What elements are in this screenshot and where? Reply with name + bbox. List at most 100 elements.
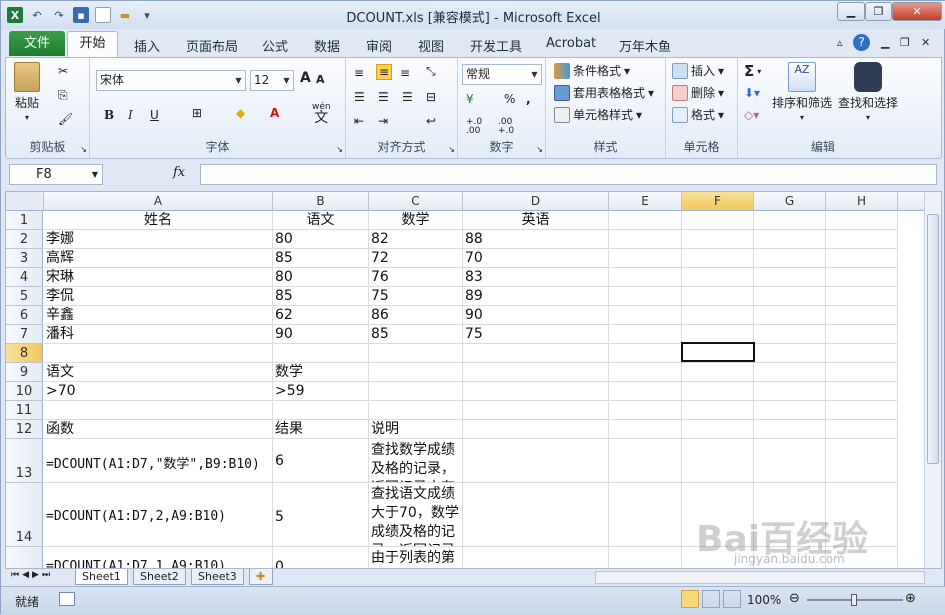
grid-cell[interactable] bbox=[754, 211, 826, 230]
row-header[interactable]: 7 bbox=[6, 325, 43, 344]
grid-cell[interactable] bbox=[463, 382, 609, 401]
format-painter-icon[interactable]: 🖌 bbox=[58, 112, 73, 126]
increase-decimal-button[interactable]: +.0 .00 bbox=[466, 118, 494, 136]
grid-cell[interactable] bbox=[273, 401, 369, 420]
horizontal-scrollbar[interactable] bbox=[595, 571, 925, 584]
grid-cell[interactable] bbox=[682, 363, 754, 382]
tab-acrobat[interactable]: Acrobat bbox=[546, 36, 596, 51]
grid-cell[interactable]: 潘科 bbox=[44, 325, 273, 344]
grid-cell[interactable] bbox=[754, 344, 826, 363]
grid-cell[interactable] bbox=[754, 420, 826, 439]
grid-cell[interactable] bbox=[609, 401, 682, 420]
grid-cell[interactable] bbox=[609, 211, 682, 230]
grid-cell[interactable]: 结果 bbox=[273, 420, 369, 439]
row-header[interactable]: 9 bbox=[6, 363, 43, 382]
autosum-button[interactable]: Σ ▾ bbox=[744, 62, 761, 80]
number-format-select[interactable]: 常规 ▼ bbox=[462, 64, 542, 85]
grid-cell[interactable]: =DCOUNT(A1:D7,"数学",B9:B10) bbox=[44, 439, 273, 483]
grid-cell[interactable] bbox=[754, 249, 826, 268]
sheet-tab-1[interactable]: Sheet1 bbox=[75, 569, 128, 585]
grid-cell[interactable] bbox=[463, 483, 609, 547]
find-select-button[interactable]: 查找和选择 ▾ bbox=[838, 62, 898, 122]
increase-indent-icon[interactable]: ⇥ bbox=[378, 114, 388, 128]
tab-formulas[interactable]: 公式 bbox=[262, 36, 288, 55]
grid-cell[interactable] bbox=[754, 363, 826, 382]
tab-developer[interactable]: 开发工具 bbox=[470, 36, 522, 55]
phonetic-button[interactable]: wén 文 bbox=[312, 102, 331, 125]
grid-cell[interactable]: 76 bbox=[369, 268, 463, 287]
page-layout-view-icon[interactable] bbox=[702, 590, 720, 608]
conditional-format-button[interactable]: 条件格式 ▾ bbox=[554, 62, 630, 79]
grid-cell[interactable] bbox=[609, 287, 682, 306]
fill-icon[interactable]: ⬇▾ bbox=[744, 86, 760, 100]
fill-color-icon[interactable]: ◆ bbox=[236, 106, 245, 120]
column-header-h[interactable]: H bbox=[826, 192, 898, 211]
grid-cell[interactable]: 85 bbox=[369, 325, 463, 344]
column-header-e[interactable]: E bbox=[609, 192, 682, 211]
grid-cell[interactable] bbox=[609, 547, 682, 568]
grid-cell[interactable] bbox=[609, 344, 682, 363]
row-header[interactable]: 12 bbox=[6, 420, 43, 439]
grid-cell[interactable] bbox=[273, 344, 369, 363]
decrease-indent-icon[interactable]: ⇤ bbox=[354, 114, 364, 128]
name-box[interactable]: F8 ▼ bbox=[9, 164, 103, 185]
grid-cell[interactable] bbox=[826, 287, 898, 306]
grid-cell[interactable] bbox=[609, 382, 682, 401]
percent-button[interactable]: % bbox=[504, 92, 515, 106]
grid-cell[interactable]: 86 bbox=[369, 306, 463, 325]
grid-cell[interactable] bbox=[44, 344, 273, 363]
align-right-icon[interactable]: ☰ bbox=[402, 90, 413, 104]
grid-cell[interactable]: 80 bbox=[273, 268, 369, 287]
font-name-select[interactable]: 宋体 ▼ bbox=[96, 70, 246, 91]
grid-cell[interactable] bbox=[682, 325, 754, 344]
decrease-decimal-button[interactable]: .00 +.0 bbox=[498, 118, 526, 136]
grid-cell[interactable] bbox=[682, 344, 754, 363]
grid-cell[interactable]: 6 bbox=[273, 439, 369, 483]
row-header[interactable]: 4 bbox=[6, 268, 43, 287]
delete-cells-button[interactable]: 删除 ▾ bbox=[672, 84, 724, 101]
grid-cell[interactable]: 83 bbox=[463, 268, 609, 287]
underline-button[interactable]: U bbox=[150, 108, 159, 122]
grid-cell[interactable]: 5 bbox=[273, 483, 369, 547]
sheet-nav-arrows[interactable]: ⏮◀▶⏭ bbox=[11, 570, 53, 580]
grid-cell[interactable] bbox=[754, 325, 826, 344]
zoom-out-icon[interactable]: ⊖ bbox=[789, 591, 800, 606]
grid-cell[interactable] bbox=[369, 344, 463, 363]
grid-cell[interactable]: 语文 bbox=[273, 211, 369, 230]
grid-cell[interactable]: 85 bbox=[273, 249, 369, 268]
column-header-d[interactable]: D bbox=[463, 192, 609, 211]
grid-cell[interactable]: 查找数学成绩及格的记录，返回记录中有数学成绩的单元格数 bbox=[369, 439, 463, 483]
doc-minimize-icon[interactable]: ▁ bbox=[881, 36, 889, 49]
grid-cell[interactable]: 语文 bbox=[44, 363, 273, 382]
grid-cell[interactable]: 90 bbox=[463, 306, 609, 325]
align-middle-icon[interactable]: ≡ bbox=[376, 64, 393, 80]
help-icon[interactable]: ? bbox=[853, 34, 870, 51]
doc-restore-icon[interactable]: ❐ bbox=[900, 36, 910, 49]
tab-insert[interactable]: 插入 bbox=[134, 36, 160, 55]
grid-cell[interactable] bbox=[754, 401, 826, 420]
grid-cell[interactable]: 0 bbox=[273, 547, 369, 568]
column-header-f[interactable]: F bbox=[682, 192, 754, 211]
row-header[interactable]: 1 bbox=[6, 211, 43, 230]
grid-cell[interactable]: 90 bbox=[273, 325, 369, 344]
font-color-icon[interactable]: A bbox=[270, 106, 279, 120]
grid-cell[interactable] bbox=[754, 382, 826, 401]
grid-cell[interactable] bbox=[609, 420, 682, 439]
grid-cell[interactable] bbox=[609, 325, 682, 344]
zoom-slider[interactable] bbox=[807, 594, 903, 606]
grid-cell[interactable] bbox=[682, 382, 754, 401]
ribbon-collapse-icon[interactable]: ▵ bbox=[837, 36, 843, 49]
tab-home[interactable]: 开始 bbox=[67, 31, 118, 58]
grid-cell[interactable]: 英语 bbox=[463, 211, 609, 230]
column-header-c[interactable]: C bbox=[369, 192, 463, 211]
grid-cell[interactable]: 75 bbox=[369, 287, 463, 306]
grid-cell[interactable]: 89 bbox=[463, 287, 609, 306]
grid-cell[interactable] bbox=[682, 401, 754, 420]
grid-cell[interactable] bbox=[682, 211, 754, 230]
grid-cell[interactable] bbox=[826, 306, 898, 325]
orientation-icon[interactable]: ⤡ bbox=[426, 64, 436, 79]
row-header[interactable]: 8 bbox=[6, 344, 43, 363]
grid-cell[interactable]: 辛鑫 bbox=[44, 306, 273, 325]
tab-file[interactable]: 文件 bbox=[9, 31, 65, 56]
copy-icon[interactable]: ⎘ bbox=[58, 88, 68, 103]
